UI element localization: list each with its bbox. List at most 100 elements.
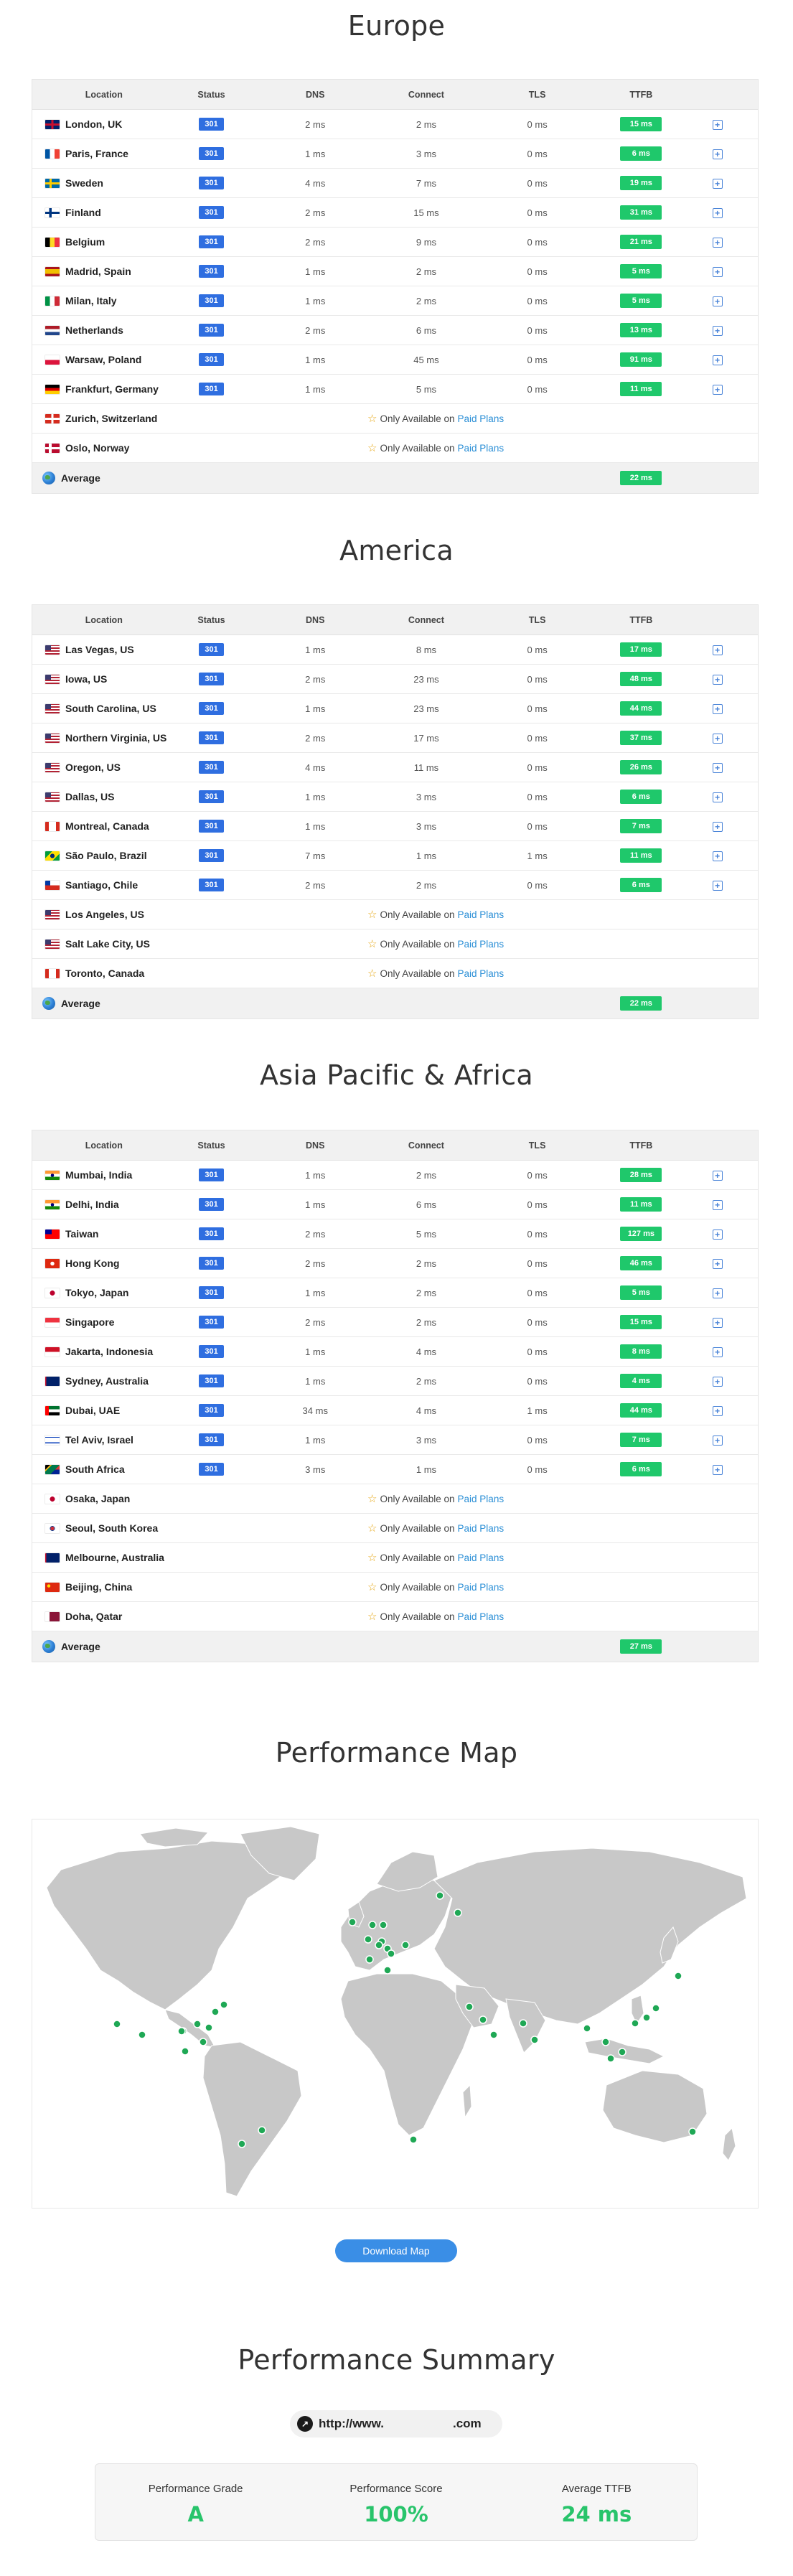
- table-row: Iowa, US 301 2 ms 23 ms 0 ms 48 ms +: [32, 665, 758, 694]
- map-marker[interactable]: [519, 2019, 527, 2028]
- map-marker[interactable]: [379, 1921, 388, 1929]
- map-marker[interactable]: [454, 1908, 462, 1917]
- tls-value: 0 ms: [527, 1316, 548, 1328]
- map-marker[interactable]: [383, 1966, 392, 1975]
- map-marker[interactable]: [583, 2024, 591, 2033]
- map-marker[interactable]: [479, 2015, 487, 2024]
- expand-details-icon[interactable]: +: [712, 762, 723, 773]
- action-cell: +: [677, 1317, 758, 1328]
- expand-details-icon[interactable]: +: [712, 1288, 723, 1298]
- map-marker[interactable]: [688, 2127, 697, 2136]
- map-marker[interactable]: [113, 2020, 121, 2028]
- tested-url[interactable]: ↗ http://www. .com: [290, 2410, 502, 2437]
- map-marker[interactable]: [211, 2008, 220, 2016]
- flag-us-icon: [45, 939, 60, 949]
- external-link-icon[interactable]: ↗: [297, 2416, 313, 2432]
- map-marker[interactable]: [652, 2004, 660, 2013]
- expand-details-icon[interactable]: +: [712, 355, 723, 365]
- expand-details-icon[interactable]: +: [712, 296, 723, 306]
- ttfb-cell: 6 ms: [605, 1462, 677, 1476]
- map-marker[interactable]: [465, 2003, 474, 2011]
- paid-plans-link[interactable]: Paid Plans: [458, 968, 505, 979]
- map-marker[interactable]: [618, 2048, 627, 2056]
- paid-plans-link[interactable]: Paid Plans: [458, 413, 505, 424]
- paid-plans-link[interactable]: Paid Plans: [458, 1494, 505, 1504]
- expand-details-icon[interactable]: +: [712, 149, 723, 159]
- expand-details-icon[interactable]: +: [712, 1199, 723, 1210]
- expand-details-icon[interactable]: +: [712, 674, 723, 685]
- map-marker[interactable]: [368, 1921, 377, 1929]
- paid-plans-link[interactable]: Paid Plans: [458, 443, 505, 454]
- average-ttfb-cell: 27 ms: [605, 1639, 677, 1654]
- map-marker[interactable]: [401, 1941, 410, 1949]
- flag-fi-icon: [45, 207, 60, 217]
- expand-details-icon[interactable]: +: [712, 1376, 723, 1387]
- map-marker[interactable]: [177, 2027, 186, 2036]
- expand-details-icon[interactable]: +: [712, 207, 723, 218]
- map-marker[interactable]: [258, 2126, 266, 2135]
- map-marker[interactable]: [631, 2019, 639, 2028]
- paid-plans-link[interactable]: Paid Plans: [458, 1523, 505, 1534]
- status-cell: 301: [176, 790, 248, 803]
- map-marker[interactable]: [606, 2054, 615, 2063]
- map-marker[interactable]: [674, 1972, 682, 1980]
- map-marker[interactable]: [364, 1935, 372, 1944]
- expand-details-icon[interactable]: +: [712, 880, 723, 891]
- map-marker[interactable]: [199, 2038, 207, 2046]
- download-map-button[interactable]: Download Map: [335, 2239, 457, 2262]
- expand-details-icon[interactable]: +: [712, 1346, 723, 1357]
- paid-plans-link[interactable]: Paid Plans: [458, 1552, 505, 1563]
- map-marker[interactable]: [138, 2031, 146, 2039]
- connect-value: 2 ms: [416, 1257, 437, 1269]
- map-marker[interactable]: [181, 2047, 189, 2056]
- expand-details-icon[interactable]: +: [712, 792, 723, 802]
- ttfb-badge: 5 ms: [620, 294, 662, 308]
- map-marker[interactable]: [409, 2135, 418, 2144]
- paid-plans-link[interactable]: Paid Plans: [458, 1582, 505, 1593]
- map-marker[interactable]: [489, 2031, 498, 2039]
- location-cell: London, UK: [32, 118, 176, 130]
- expand-details-icon[interactable]: +: [712, 384, 723, 395]
- expand-details-icon[interactable]: +: [712, 1229, 723, 1240]
- expand-details-icon[interactable]: +: [712, 1317, 723, 1328]
- expand-details-icon[interactable]: +: [712, 821, 723, 832]
- dns-value: 1 ms: [305, 791, 326, 802]
- flag-us-icon: [45, 674, 60, 684]
- map-marker[interactable]: [530, 2036, 539, 2044]
- map-marker[interactable]: [193, 2020, 202, 2028]
- expand-details-icon[interactable]: +: [712, 178, 723, 189]
- status-cell: 301: [176, 673, 248, 685]
- map-marker[interactable]: [387, 1949, 395, 1958]
- map-marker[interactable]: [365, 1955, 374, 1964]
- expand-details-icon[interactable]: +: [712, 1405, 723, 1416]
- expand-details-icon[interactable]: +: [712, 733, 723, 744]
- map-marker[interactable]: [348, 1918, 357, 1926]
- paid-plans-link[interactable]: Paid Plans: [458, 939, 505, 950]
- map-marker[interactable]: [642, 2013, 651, 2022]
- expand-details-icon[interactable]: +: [712, 851, 723, 861]
- expand-details-icon[interactable]: +: [712, 119, 723, 130]
- connect-value: 2 ms: [416, 1316, 437, 1328]
- flag-id-icon: [45, 1346, 60, 1357]
- map-marker[interactable]: [601, 2038, 610, 2046]
- expand-details-icon[interactable]: +: [712, 703, 723, 714]
- expand-details-icon[interactable]: +: [712, 237, 723, 248]
- expand-details-icon[interactable]: +: [712, 1258, 723, 1269]
- map-marker[interactable]: [205, 2023, 213, 2032]
- performance-map[interactable]: [32, 1819, 759, 2209]
- expand-details-icon[interactable]: +: [712, 1435, 723, 1446]
- tls-value: 0 ms: [527, 118, 548, 130]
- expand-details-icon[interactable]: +: [712, 1464, 723, 1475]
- expand-details-icon[interactable]: +: [712, 645, 723, 655]
- map-marker[interactable]: [238, 2140, 246, 2148]
- paid-plans-link[interactable]: Paid Plans: [458, 1611, 505, 1622]
- expand-details-icon[interactable]: +: [712, 325, 723, 336]
- map-marker[interactable]: [375, 1941, 383, 1949]
- expand-details-icon[interactable]: +: [712, 266, 723, 277]
- map-marker[interactable]: [436, 1891, 444, 1900]
- paid-plans-link[interactable]: Paid Plans: [458, 909, 505, 920]
- expand-details-icon[interactable]: +: [712, 1170, 723, 1181]
- summary-grade-value: A: [187, 2502, 204, 2526]
- map-marker[interactable]: [220, 2000, 228, 2009]
- tls-value: 1 ms: [527, 850, 548, 861]
